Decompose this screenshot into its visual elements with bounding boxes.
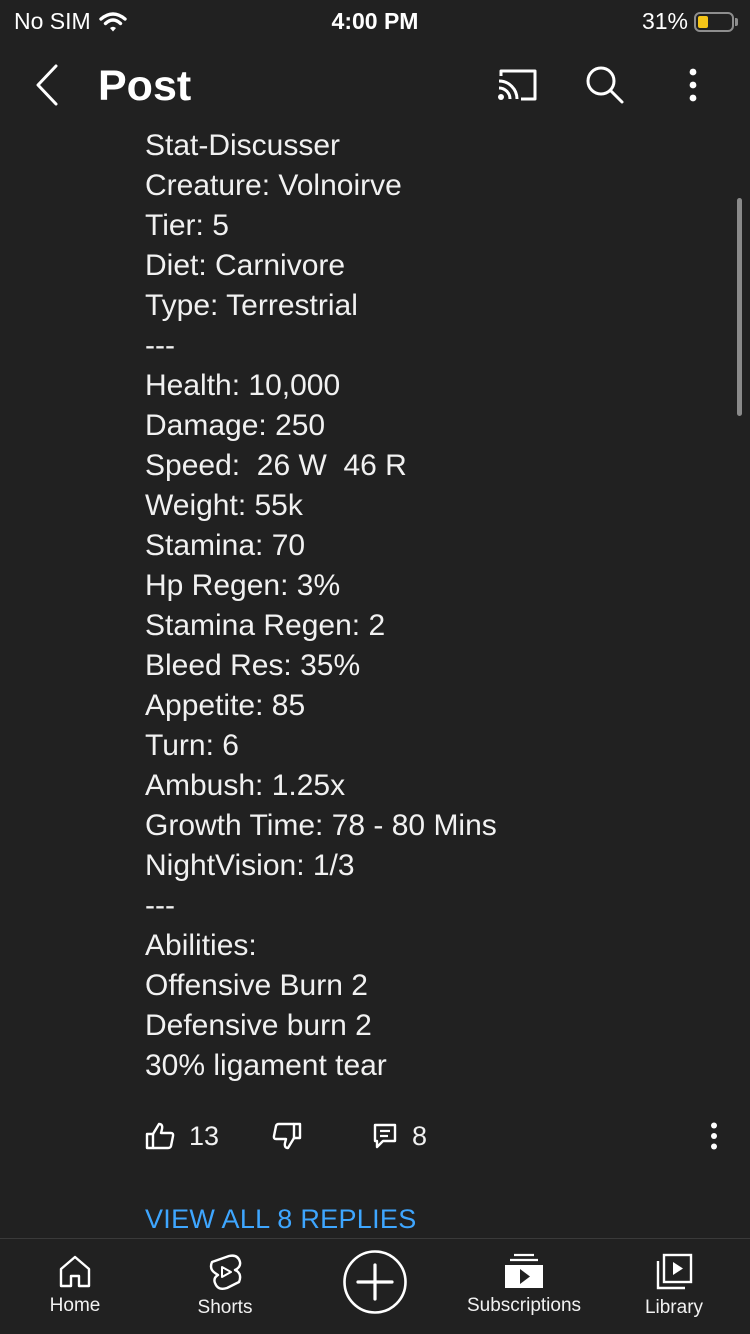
bottom-nav: Home Shorts Subscriptions Library (0, 1238, 750, 1334)
thumbs-up-icon (145, 1122, 175, 1150)
add-icon (343, 1250, 407, 1314)
create-button[interactable] (300, 1249, 450, 1315)
more-vert-icon (711, 1122, 717, 1150)
battery-percent: 31% (641, 8, 688, 34)
post-line: --- (145, 329, 175, 362)
post-line: --- (145, 889, 175, 922)
nav-home-label: Home (49, 1295, 101, 1316)
comment-more-button[interactable] (702, 1118, 726, 1154)
screen: No SIM 4:00 PM 31% Post Stat-Discusser C… (0, 0, 750, 1334)
post-line: Creature: Volnoirve (145, 169, 402, 202)
post-line: Appetite: 85 (145, 689, 306, 722)
search-icon (586, 66, 624, 104)
like-button[interactable]: 13 (145, 1118, 219, 1154)
library-icon (656, 1253, 693, 1290)
post-line: Speed: 26 W 46 R (145, 449, 407, 482)
post-line: Turn: 6 (145, 729, 239, 762)
more-vert-icon (689, 68, 697, 102)
post-line: 30% ligament tear (145, 1049, 387, 1082)
back-button[interactable] (24, 60, 70, 110)
scrollbar[interactable] (737, 198, 742, 416)
app-header: Post (0, 42, 750, 130)
nav-subscriptions-label: Subscriptions (466, 1295, 582, 1316)
nav-shorts-label: Shorts (197, 1297, 253, 1318)
post-actions: 13 8 (0, 1112, 750, 1160)
nav-shorts[interactable]: Shorts (150, 1253, 300, 1319)
battery-status: 31% (642, 8, 738, 35)
nav-library-label: Library (644, 1297, 704, 1318)
post-line: Diet: Carnivore (145, 249, 346, 282)
comment-icon (373, 1123, 397, 1149)
dislike-button[interactable] (272, 1118, 302, 1154)
post-line: Weight: 55k (145, 489, 303, 522)
post-line: Stamina: 70 (145, 529, 306, 562)
battery-icon (694, 11, 734, 32)
post-text: Stat-Discusser Creature: Volnoirve Tier: 5… (145, 126, 725, 1086)
reply-count: 8 (412, 1120, 428, 1151)
post-line: Tier: 5 (145, 209, 229, 242)
post-line: Stat-Discusser (145, 129, 341, 162)
post-line: Stamina Regen: 2 (145, 609, 386, 642)
back-icon (36, 64, 58, 106)
cast-button[interactable] (492, 62, 542, 108)
reply-button[interactable]: 8 (372, 1118, 427, 1154)
post-line: Type: Terrestrial (145, 289, 358, 322)
post-line: Growth Time: 78 - 80 Mins (145, 809, 497, 842)
cast-icon (498, 69, 537, 101)
post-line: Abilities: (145, 929, 257, 962)
more-options-button[interactable] (668, 62, 718, 108)
status-bar: No SIM 4:00 PM 31% (0, 0, 750, 42)
nav-library[interactable]: Library (599, 1253, 749, 1319)
view-all-replies-link[interactable]: VIEW ALL 8 REPLIES (145, 1204, 417, 1235)
post-line: Offensive Burn 2 (145, 969, 368, 1002)
thumbs-down-icon (272, 1122, 302, 1150)
post-line: Hp Regen: 3% (145, 569, 341, 602)
shorts-icon (209, 1254, 242, 1291)
home-icon (59, 1255, 91, 1288)
post-line: Ambush: 1.25x (145, 769, 346, 802)
battery-tip (735, 17, 738, 26)
battery-level (698, 15, 708, 28)
page-title: Post (98, 62, 192, 110)
like-count: 13 (189, 1120, 220, 1151)
search-button[interactable] (580, 62, 630, 108)
post-line: NightVision: 1/3 (145, 849, 355, 882)
nav-home[interactable]: Home (0, 1253, 150, 1317)
subscriptions-icon (505, 1253, 543, 1288)
post-line: Defensive burn 2 (145, 1009, 372, 1042)
clock: 4:00 PM (331, 8, 419, 34)
post-line: Damage: 250 (145, 409, 326, 442)
nav-subscriptions[interactable]: Subscriptions (449, 1253, 599, 1317)
post-line: Bleed Res: 35% (145, 649, 361, 682)
post-line: Health: 10,000 (145, 369, 341, 402)
